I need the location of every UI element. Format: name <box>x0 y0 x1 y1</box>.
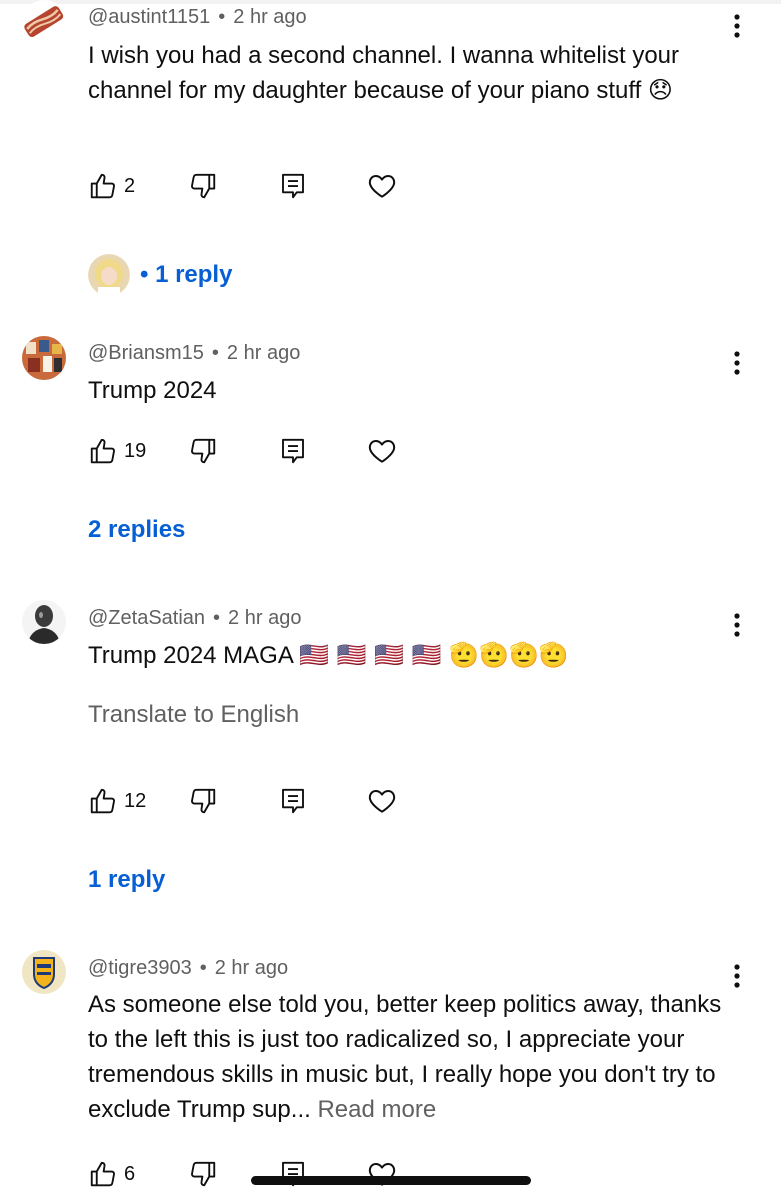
comment-reply-icon <box>282 788 304 814</box>
comment-meta: @tigre3903 • 2 hr ago <box>88 957 288 980</box>
tigres-crest-avatar[interactable] <box>22 950 66 994</box>
like-count: 2 <box>124 174 136 197</box>
thumbs-down-icon <box>191 1161 216 1187</box>
statue-icon <box>22 600 66 644</box>
reply-button[interactable] <box>278 783 308 819</box>
more-options-button[interactable] <box>725 959 749 993</box>
author-handle[interactable]: @ZetaSatian <box>88 607 205 629</box>
comment-text-body: I wish you had a second channel. I wanna… <box>88 42 680 104</box>
reply-button[interactable] <box>278 168 308 204</box>
replies-count: 2 replies <box>88 516 186 543</box>
author-handle[interactable]: @austint1151 <box>88 6 210 28</box>
meta-separator: • <box>218 6 226 28</box>
thumbs-down-icon <box>191 438 216 464</box>
dislike-button[interactable] <box>188 1156 218 1192</box>
vertical-dots-icon <box>734 14 740 38</box>
more-options-button[interactable] <box>725 9 749 43</box>
heart-icon <box>368 175 396 198</box>
comment-text: Trump 2024 MAGA 🇺🇸 🇺🇸 🇺🇸 🇺🇸 🫡🫡🫡🫡 <box>88 638 728 673</box>
comment-reply-icon <box>282 438 304 464</box>
like-count: 12 <box>124 789 147 812</box>
statue-avatar[interactable] <box>22 600 66 644</box>
translate-button[interactable]: Translate to English <box>88 701 299 729</box>
comment-text: As someone else told you, better keep po… <box>88 987 728 1127</box>
read-more-link[interactable]: Read more <box>317 1096 436 1123</box>
flag-salute-emojis: 🇺🇸 🇺🇸 🇺🇸 🇺🇸 🫡🫡🫡🫡 <box>299 641 569 669</box>
comment-meta: @ZetaSatian • 2 hr ago <box>88 607 301 630</box>
thumbs-up-icon <box>90 173 115 199</box>
replies-count: 1 reply <box>88 866 166 893</box>
collage-icon <box>22 336 66 380</box>
comment-actions: 2 <box>84 168 424 204</box>
reply-button[interactable] <box>278 433 308 469</box>
vertical-dots-icon <box>734 964 740 988</box>
comment-time: 2 hr ago <box>226 342 301 364</box>
vertical-dots-icon <box>734 613 740 637</box>
comment-meta: @austint1151 • 2 hr ago <box>88 6 307 29</box>
thumbs-up-icon <box>90 788 115 814</box>
blonde-person-avatar <box>88 254 130 296</box>
comment-actions: 19 <box>84 433 424 469</box>
tigres-crest-icon <box>22 950 66 994</box>
comment-text-body: Trump 2024 MAGA <box>88 642 293 669</box>
heart-button[interactable] <box>366 168 398 204</box>
disappointed-emoji: 😞 <box>647 76 673 104</box>
meta-separator: • <box>199 957 207 979</box>
heart-button[interactable] <box>366 1156 398 1192</box>
comment-time: 2 hr ago <box>233 6 307 28</box>
meta-separator: • <box>213 607 221 629</box>
meta-separator: • <box>211 342 219 364</box>
heart-button[interactable] <box>366 783 398 819</box>
like-count: 19 <box>124 439 147 462</box>
view-replies-button[interactable]: 1 reply <box>88 864 165 896</box>
like-button[interactable]: 12 <box>88 783 146 819</box>
replies-count: • 1 reply <box>140 261 233 288</box>
bacon-avatar[interactable] <box>22 0 66 44</box>
thumbs-down-icon <box>191 173 216 199</box>
like-count: 6 <box>124 1162 136 1185</box>
author-handle[interactable]: @Briansm15 <box>88 342 204 364</box>
home-indicator[interactable] <box>251 1176 531 1185</box>
like-button[interactable]: 6 <box>88 1156 135 1192</box>
dislike-button[interactable] <box>188 433 218 469</box>
comment-time: 2 hr ago <box>214 957 289 979</box>
comment-text: Trump 2024 <box>88 373 728 408</box>
thumbs-up-icon <box>90 438 115 464</box>
dislike-button[interactable] <box>188 783 218 819</box>
heart-button[interactable] <box>366 433 398 469</box>
comment-reply-icon <box>282 173 304 199</box>
view-replies-button[interactable]: • 1 reply <box>88 253 232 297</box>
comment-text: I wish you had a second channel. I wanna… <box>88 38 728 108</box>
more-options-button[interactable] <box>725 608 749 642</box>
comment-actions: 6 <box>84 1156 424 1192</box>
view-replies-button[interactable]: 2 replies <box>88 514 185 546</box>
bacon-icon <box>24 6 64 38</box>
vertical-dots-icon <box>734 351 740 375</box>
like-button[interactable]: 2 <box>88 168 135 204</box>
author-handle[interactable]: @tigre3903 <box>88 957 192 979</box>
thumbs-up-icon <box>90 1161 115 1187</box>
comment-actions: 12 <box>84 783 424 819</box>
comment-meta: @Briansm15 • 2 hr ago <box>88 342 300 365</box>
reply-button[interactable] <box>278 1156 308 1192</box>
collage-avatar[interactable] <box>22 336 66 380</box>
heart-icon <box>368 790 396 813</box>
more-options-button[interactable] <box>725 346 749 380</box>
heart-icon <box>368 1163 396 1186</box>
heart-icon <box>368 440 396 463</box>
comment-text-body: Trump 2024 <box>88 377 217 404</box>
thumbs-down-icon <box>191 788 216 814</box>
blonde-person-icon <box>88 254 130 296</box>
dislike-button[interactable] <box>188 168 218 204</box>
top-divider <box>0 0 781 4</box>
comment-time: 2 hr ago <box>228 607 302 629</box>
like-button[interactable]: 19 <box>88 433 146 469</box>
